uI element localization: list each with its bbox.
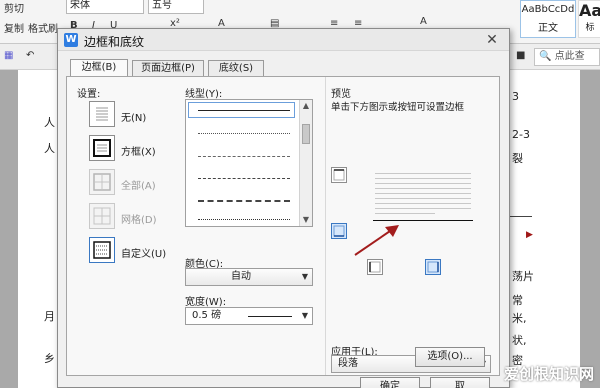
settings-icon[interactable]: ■ bbox=[516, 50, 525, 61]
width-line-sample bbox=[248, 316, 292, 317]
line-type-dash-dot[interactable] bbox=[198, 219, 290, 220]
doc-left-mark-3: 月 bbox=[44, 310, 55, 323]
setting-box-button[interactable] bbox=[89, 135, 115, 161]
setting-all-icon bbox=[93, 173, 111, 191]
preview-hint: 单击下方图示或按钮可设置边框 bbox=[331, 102, 465, 113]
doc-text-6: 米, bbox=[512, 312, 527, 325]
color-dropdown[interactable]: 自动 ▼ bbox=[185, 268, 313, 286]
setting-all-button[interactable] bbox=[89, 169, 115, 195]
tab-borders[interactable]: 边框(B) bbox=[70, 59, 128, 77]
doc-text-2: 2-3 bbox=[512, 128, 530, 141]
apply-to-value: 段落 bbox=[338, 358, 358, 369]
setting-box-label[interactable]: 方框(X) bbox=[121, 143, 156, 158]
dialog-titlebar[interactable]: W 边框和底纹 ✕ bbox=[58, 29, 509, 51]
preview-line bbox=[375, 178, 471, 179]
cancel-button[interactable]: 取 bbox=[430, 377, 490, 388]
preview-line bbox=[375, 193, 471, 194]
font-color-a-icon[interactable]: A bbox=[420, 16, 427, 27]
ok-button[interactable]: 确定 bbox=[360, 377, 420, 388]
cut-button[interactable]: 剪切 bbox=[4, 0, 24, 15]
chevron-down-icon: ▼ bbox=[301, 311, 308, 320]
chevron-down-icon: ▼ bbox=[301, 272, 308, 281]
copy-button[interactable]: 复制 bbox=[4, 20, 24, 35]
setting-box-icon bbox=[93, 139, 111, 157]
line-type-dash-long[interactable] bbox=[198, 200, 290, 202]
column-divider bbox=[325, 77, 326, 375]
format-painter-button[interactable]: 格式刷 bbox=[28, 20, 58, 35]
preview-left-border-button[interactable] bbox=[367, 259, 383, 275]
left-border-icon bbox=[369, 261, 381, 273]
style-heading-name: 标 bbox=[585, 23, 595, 33]
options-button[interactable]: 选项(O)... bbox=[415, 347, 485, 367]
doc-text-3: 裂 bbox=[512, 152, 523, 165]
preview-line bbox=[375, 213, 435, 214]
doc-text-7: 状, bbox=[512, 334, 527, 347]
font-name-combo[interactable]: 宋体 bbox=[66, 0, 144, 14]
wps-app-icon: W bbox=[64, 33, 78, 47]
dialog-title: 边框和底纹 bbox=[84, 35, 145, 49]
doc-text-5: 常 bbox=[512, 294, 523, 307]
preview-right-border-button[interactable] bbox=[425, 259, 441, 275]
preview-line bbox=[375, 203, 471, 204]
close-icon[interactable]: ✕ bbox=[483, 31, 501, 49]
undo-icon[interactable]: ↶ bbox=[26, 50, 34, 61]
setting-none-label[interactable]: 无(N) bbox=[121, 109, 146, 124]
tab-page-borders[interactable]: 页面边框(P) bbox=[132, 60, 204, 77]
style-heading-preview: Aa bbox=[579, 1, 600, 20]
preview-line bbox=[375, 208, 471, 209]
setting-none-button[interactable] bbox=[89, 101, 115, 127]
style-normal-name: 正文 bbox=[538, 23, 558, 34]
tab-shading[interactable]: 底纹(S) bbox=[208, 60, 264, 77]
doc-text-1: 3 bbox=[512, 90, 519, 103]
preview-line bbox=[375, 183, 471, 184]
print-icon[interactable]: ▦ bbox=[4, 50, 13, 61]
scroll-thumb[interactable] bbox=[302, 124, 310, 144]
line-type-label: 线型(Y): bbox=[185, 89, 223, 100]
setting-grid-button[interactable] bbox=[89, 203, 115, 229]
doc-text-4: 荡片 bbox=[512, 270, 534, 283]
borders-shading-dialog: W 边框和底纹 ✕ 边框(B) 页面边框(P) 底纹(S) 设置: 无(N) 方… bbox=[57, 28, 510, 388]
doc-left-mark-2: 人 bbox=[44, 142, 55, 155]
color-value: 自动 bbox=[231, 271, 251, 282]
site-watermark: 爱创根知识网 bbox=[503, 365, 594, 383]
width-label: 宽度(W): bbox=[185, 297, 227, 308]
setting-all-label[interactable]: 全部(A) bbox=[121, 177, 156, 192]
settings-label: 设置: bbox=[77, 89, 101, 100]
line-type-dotted[interactable] bbox=[198, 133, 290, 134]
setting-grid-icon bbox=[93, 207, 111, 225]
font-size-combo[interactable]: 五号 bbox=[148, 0, 204, 14]
preview-line bbox=[375, 198, 471, 199]
doc-marker-icon: ▶ bbox=[526, 230, 533, 240]
line-type-dashed-small[interactable] bbox=[198, 156, 290, 157]
preview-label: 预览 bbox=[331, 89, 351, 100]
preview-sample-area[interactable] bbox=[331, 173, 491, 256]
search-placeholder: 点此查 bbox=[554, 51, 585, 62]
style-normal[interactable]: AaBbCcDd 正文 bbox=[520, 0, 576, 38]
scroll-up-icon[interactable]: ▲ bbox=[300, 100, 312, 112]
setting-grid-label[interactable]: 网格(D) bbox=[121, 211, 157, 226]
line-type-scrollbar[interactable]: ▲ ▼ bbox=[299, 100, 312, 226]
style-heading[interactable]: Aa 标 bbox=[578, 0, 600, 38]
setting-none-icon bbox=[96, 107, 108, 121]
doc-left-mark-4: 乡 bbox=[44, 352, 55, 365]
line-type-list[interactable]: ▲ ▼ bbox=[185, 99, 313, 227]
line-type-dashed[interactable] bbox=[198, 178, 290, 179]
doc-rule bbox=[510, 216, 532, 217]
style-normal-preview: AaBbCcDd bbox=[521, 4, 575, 15]
scroll-down-icon[interactable]: ▼ bbox=[300, 214, 312, 226]
search-input[interactable]: 🔍 点此查 bbox=[534, 48, 600, 66]
pointer-arrow-icon bbox=[354, 225, 399, 256]
preview-line bbox=[375, 173, 471, 174]
setting-custom-button[interactable] bbox=[89, 237, 115, 263]
setting-custom-icon bbox=[93, 241, 111, 259]
borders-panel: 设置: 无(N) 方框(X) 全部(A) 网格(D) 自定义(U) 线型(Y): bbox=[66, 76, 500, 376]
line-type-solid[interactable] bbox=[198, 110, 290, 111]
doc-left-mark-1: 人 bbox=[44, 116, 55, 129]
width-value: 0.5 磅 bbox=[192, 310, 222, 321]
setting-custom-label[interactable]: 自定义(U) bbox=[121, 245, 166, 260]
preview-line bbox=[375, 188, 471, 189]
search-icon: 🔍 bbox=[539, 51, 552, 62]
width-dropdown[interactable]: 0.5 磅 ▼ bbox=[185, 307, 313, 325]
right-border-icon bbox=[427, 261, 439, 273]
